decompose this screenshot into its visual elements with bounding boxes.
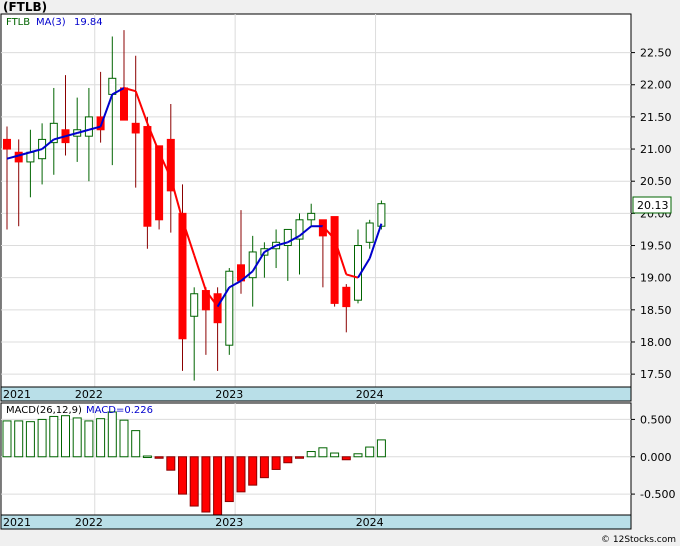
- price-y-tick-label: 21.00: [640, 143, 672, 156]
- macd-bar: [131, 430, 141, 458]
- macd-bar: [213, 456, 223, 516]
- macd-bar: [72, 417, 82, 458]
- price-legend-ma-value: 19.84: [74, 17, 103, 28]
- candle-body: [213, 293, 222, 324]
- macd-bar: [25, 421, 35, 458]
- macd-bar: [365, 446, 375, 458]
- macd-bar: [154, 456, 164, 459]
- price-y-tick-label: 18.50: [640, 304, 672, 317]
- price-x-tick-label: 2022: [75, 388, 103, 401]
- macd-legend-label: MACD(26,12,9): [6, 405, 82, 416]
- macd-bar: [14, 420, 24, 458]
- macd-bar: [295, 456, 304, 459]
- macd-bar: [259, 456, 269, 479]
- macd-bar: [283, 456, 293, 464]
- price-y-tick-label: 18.00: [640, 336, 672, 349]
- candle-body: [307, 212, 316, 221]
- price-legend-symbol: FTLB: [6, 17, 30, 28]
- candle-body: [225, 270, 234, 346]
- price-y-tick-label: 22.00: [640, 79, 672, 92]
- price-y-tick-label: 20.50: [640, 175, 672, 188]
- macd-bar: [119, 419, 129, 458]
- price-y-tick-label: 22.50: [640, 47, 672, 60]
- candle-body: [120, 87, 128, 121]
- macd-bar: [61, 415, 70, 458]
- macd-bar: [201, 456, 211, 513]
- macd-bar: [224, 456, 234, 503]
- last-price-label: 20.13: [637, 199, 669, 212]
- macd-x-tick-label: 2022: [75, 516, 103, 529]
- macd-bar: [330, 452, 340, 458]
- macd-y-tick-label: -0.500: [640, 488, 675, 501]
- price-legend-ma-label: MA(3): [36, 17, 66, 28]
- macd-bar: [306, 451, 316, 458]
- macd-bar: [376, 439, 386, 458]
- macd-bar: [318, 447, 328, 458]
- macd-x-tick-label: 2024: [356, 516, 384, 529]
- credit-text: © 12Stocks.com: [601, 535, 676, 545]
- macd-x-tick-label: 2023: [215, 516, 243, 529]
- price-x-tick-label: 2023: [215, 388, 243, 401]
- price-y-tick-label: 19.50: [640, 240, 672, 253]
- macd-x-tick-label: 2021: [3, 516, 31, 529]
- macd-bar: [166, 456, 176, 471]
- macd-bar: [2, 420, 12, 458]
- macd-bar: [353, 453, 363, 458]
- price-y-tick-label: 17.50: [640, 368, 672, 381]
- macd-bar: [49, 415, 59, 458]
- candle-body: [143, 126, 152, 227]
- macd-bar: [178, 456, 187, 495]
- price-x-tick-label: 2021: [3, 388, 31, 401]
- candle-body: [365, 222, 374, 243]
- price-y-tick-label: 21.50: [640, 111, 672, 124]
- macd-bar: [37, 418, 47, 458]
- stock-chart: 22.5022.0021.5021.0020.5020.0019.5019.00…: [0, 13, 675, 530]
- macd-bar: [96, 418, 106, 458]
- macd-bar: [189, 456, 199, 507]
- macd-bar: [84, 420, 94, 458]
- macd-bar: [107, 411, 117, 458]
- candle-body: [178, 212, 187, 340]
- candle-body: [84, 116, 93, 137]
- macd-bar: [142, 455, 152, 459]
- candle-body: [3, 138, 11, 150]
- price-x-tick-label: 2024: [356, 388, 384, 401]
- macd-legend-value: MACD=0.226: [86, 405, 153, 416]
- candle-body: [342, 286, 351, 308]
- price-y-tick-label: 19.00: [640, 272, 672, 285]
- candle-body: [377, 203, 386, 227]
- macd-y-tick-label: 0.000: [640, 451, 672, 464]
- price-plot-area: [0, 13, 632, 388]
- macd-bar: [248, 456, 258, 486]
- candle-body: [330, 216, 339, 304]
- macd-y-tick-label: 0.500: [640, 413, 672, 426]
- macd-bar: [236, 456, 246, 493]
- macd-bar: [271, 456, 281, 470]
- macd-bar: [341, 456, 351, 461]
- candle-body: [190, 293, 199, 317]
- candle-body: [131, 122, 140, 134]
